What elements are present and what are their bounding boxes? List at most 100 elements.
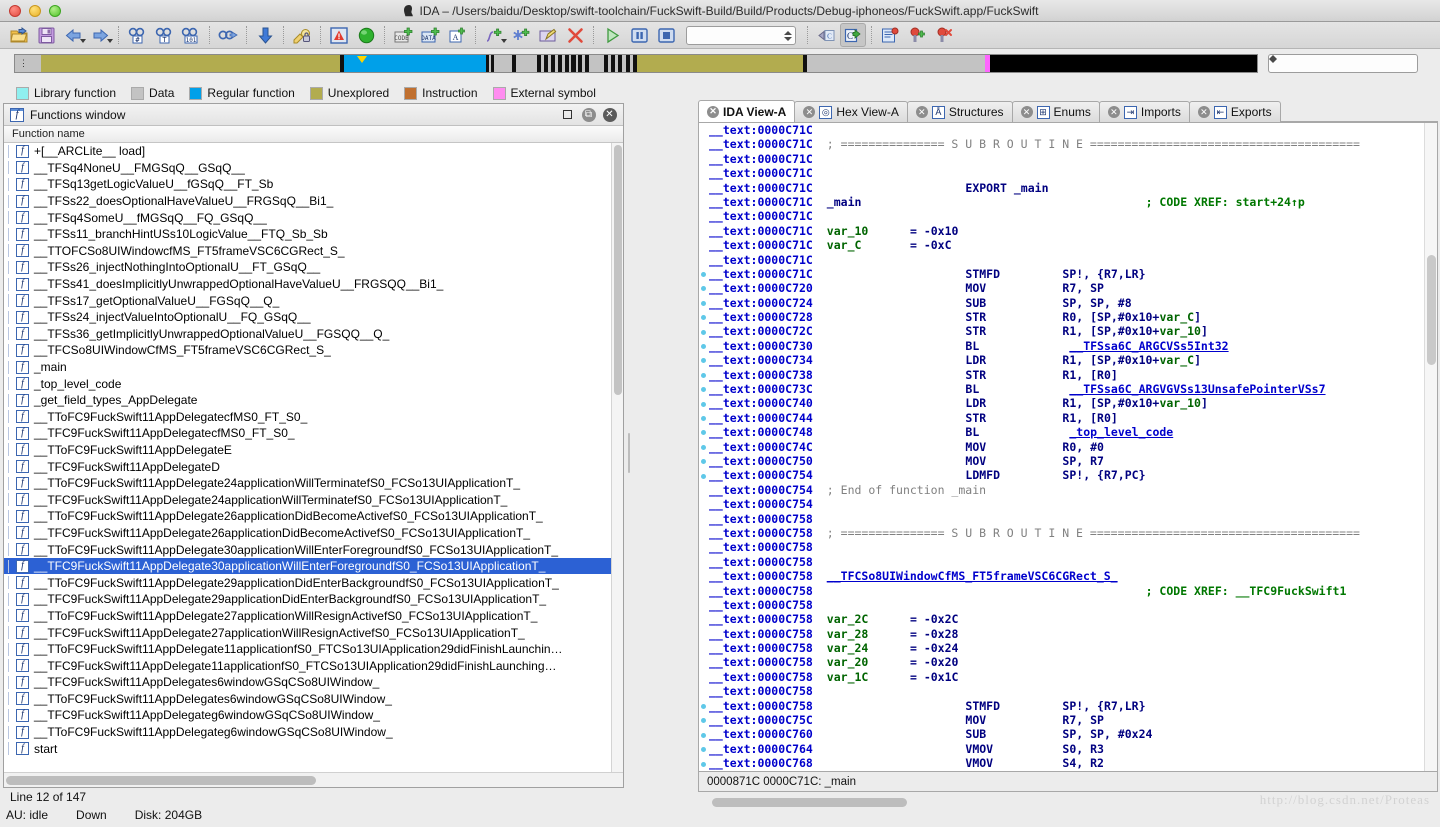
forward-icon[interactable] (87, 23, 113, 47)
jump-to-address-icon[interactable]: # (124, 23, 150, 47)
breakpoint-marker-icon[interactable] (701, 459, 706, 465)
disassembly-line[interactable]: __text:0000C758 var_2C = -0x2C (709, 612, 1423, 626)
function-list-item[interactable]: f _main (4, 359, 623, 376)
edit-pencil-icon[interactable] (535, 23, 561, 47)
minimize-window-button[interactable] (29, 4, 41, 17)
disassembly-line[interactable]: __text:0000C71C (709, 209, 1423, 223)
disassembly-line[interactable]: __text:0000C71C (709, 123, 1423, 137)
disassembly-line[interactable]: __text:0000C71C var_C = -0xC (709, 238, 1423, 252)
disassembly-line[interactable]: __text:0000C738 STR R1, [R0] (709, 368, 1423, 382)
breakpoint-marker-icon[interactable] (701, 430, 706, 436)
disassembly-line[interactable]: __text:0000C73C BL __TFSsa6C_ARGVGVSs13Uns… (709, 382, 1423, 396)
disassembly-line[interactable]: __text:0000C71C var_10 = -0x10 (709, 224, 1423, 238)
disassembly-line[interactable]: __text:0000C768 VMOV S4, R2 (709, 756, 1423, 770)
close-window-button[interactable] (9, 4, 21, 17)
breakpoint-marker-icon[interactable] (701, 372, 706, 378)
functions-list[interactable]: f +[__ARCLite__ load] f __TFSq4NoneU__FMGSq… (4, 143, 623, 772)
breakpoint-marker-icon[interactable] (701, 444, 706, 450)
function-list-item[interactable]: f __TToFC9FuckSwift11AppDelegate26applica… (4, 508, 623, 525)
function-list-item[interactable]: f __TFSq4NoneU__FMGSqQ__GSqQ__ (4, 160, 623, 177)
disassembly-line[interactable]: __text:0000C758 var_28 = -0x28 (709, 627, 1423, 641)
tab-close-icon[interactable]: ✕ (915, 106, 928, 118)
combo-spinner-icon[interactable] (783, 28, 792, 44)
delete-icon[interactable] (562, 23, 588, 47)
functions-list-vscrollbar[interactable] (611, 143, 623, 772)
jump-down-icon[interactable] (252, 23, 278, 47)
disassembly-line[interactable]: __text:0000C734 LDR R1, [SP,#0x10+ var_C] (709, 353, 1423, 367)
stop-icon[interactable] (653, 23, 679, 47)
disassembly-line[interactable]: __text:0000C720 MOV R7, SP (709, 281, 1423, 295)
breakpoint-marker-icon[interactable] (701, 761, 706, 767)
star-plus-icon[interactable] (508, 23, 534, 47)
function-list-item-selected[interactable]: f __TFC9FuckSwift11AppDelegate30applicati… (4, 557, 623, 575)
disassembly-line[interactable]: __text:0000C72C STR R1, [SP,#0x10+ var_10] (709, 324, 1423, 338)
tab-close-icon[interactable]: ✕ (1197, 106, 1210, 118)
disassembly-line[interactable]: __text:0000C758 (709, 540, 1423, 554)
function-name-column-header[interactable]: Function name (4, 126, 623, 143)
breakpoint-marker-icon[interactable] (701, 704, 706, 709)
disassembly-line[interactable]: __text:0000C750 MOV SP, R7 (709, 454, 1423, 468)
breakpoint-marker-icon[interactable] (701, 401, 706, 407)
function-list-item[interactable]: f __TFC9FuckSwift11AppDelegate11applicati… (4, 657, 623, 674)
disassembly-line[interactable]: __text:0000C71C ; =============== S U B R… (709, 137, 1423, 151)
function-list-item[interactable]: f start (4, 740, 623, 757)
disassembly-line[interactable]: __text:0000C760 SUB SP, SP, #0x24 (709, 727, 1423, 741)
function-list-item[interactable]: f __TFSq13getLogicValueU__fGSqQ__FT_Sb (4, 176, 623, 193)
key-lock-icon[interactable] (289, 23, 315, 47)
function-list-item[interactable]: f __TFC9FuckSwift11AppDelegate29applicati… (4, 591, 623, 608)
function-list-item[interactable]: f __TFSq4SomeU__fMGSqQ__FQ_GSqQ__ (4, 209, 623, 226)
function-list-item[interactable]: f __TFC9FuckSwift11AppDelegate24applicati… (4, 491, 623, 508)
decompile-active-icon[interactable]: C (840, 23, 866, 47)
disassembly-line[interactable]: __text:0000C754 LDMFD SP!, {R7,PC} (709, 468, 1423, 482)
make-ascii-icon[interactable]: A (444, 23, 470, 47)
disassembly-line[interactable]: __text:0000C758 (709, 555, 1423, 569)
disassembly-line[interactable]: __text:0000C728 STR R0, [SP,#0x10+ var_C] (709, 310, 1423, 324)
function-list-item[interactable]: f __TToFC9FuckSwift11AppDelegate27applica… (4, 608, 623, 625)
function-list-item[interactable]: f __TFSs26_injectNothingIntoOptionalU__FT… (4, 259, 623, 276)
make-code-icon[interactable]: CODE (390, 23, 416, 47)
tab-enums[interactable]: ✕ ⊞ Enums (1011, 101, 1100, 122)
disassembly-line[interactable]: __text:0000C758 var_24 = -0x24 (709, 641, 1423, 655)
disassembly-line[interactable]: __text:0000C730 BL __TFSsa6C_ARGCVSs5Int32 (709, 339, 1423, 353)
function-list-item[interactable]: f +[__ARCLite__ load] (4, 143, 623, 160)
function-list-item[interactable]: f __TToFC9FuckSwift11AppDelegateE (4, 442, 623, 459)
disassembly-line[interactable]: __text:0000C758 (709, 512, 1423, 526)
breakpoint-marker-icon[interactable] (701, 344, 706, 349)
breakpoint-marker-icon[interactable] (701, 286, 706, 292)
open-file-icon[interactable] (6, 23, 32, 47)
disassembly-line[interactable]: __text:0000C758 var_20 = -0x20 (709, 655, 1423, 669)
make-function-icon[interactable] (481, 23, 507, 47)
back-icon[interactable] (60, 23, 86, 47)
functions-list-hscroll-thumb[interactable] (6, 776, 316, 785)
disassembly-line[interactable]: __text:0000C71C _main ; CODE XREF: start+2… (709, 195, 1423, 209)
function-list-item[interactable]: f __TFC9FuckSwift11AppDelegateg6windowGSq… (4, 707, 623, 724)
tab-close-icon[interactable]: ✕ (803, 106, 816, 118)
function-list-item[interactable]: f __TFC9FuckSwift11AppDelegates6windowGSq… (4, 674, 623, 691)
breakpoint-marker-icon[interactable] (701, 358, 706, 364)
disassembly-line[interactable]: __text:0000C764 VMOV S0, R3 (709, 742, 1423, 756)
maximize-panel-button[interactable] (560, 107, 575, 122)
disassembly-line[interactable]: __text:0000C758 __TFCSo8UIWindowCfMS_FT5f… (709, 569, 1423, 583)
breakpoint-marker-icon[interactable] (701, 300, 706, 306)
function-list-item[interactable]: f __TFC9FuckSwift11AppDelegate26applicati… (4, 525, 623, 542)
disassembly-hscroll-thumb[interactable] (712, 798, 907, 807)
disassembly-line[interactable]: __text:0000C758 var_1C = -0x1C (709, 670, 1423, 684)
tab-close-icon[interactable]: ✕ (1020, 106, 1033, 118)
disassembly-line[interactable]: __text:0000C748 BL _top_level_code (709, 425, 1423, 439)
function-list-item[interactable]: f __TTOFCSo8UIWindowcfMS_FT5frameVSC6CGRe… (4, 243, 623, 260)
tab-ida-view-a[interactable]: ✕ IDA View-A (698, 100, 796, 122)
close-panel-button[interactable]: ✕ (602, 107, 617, 122)
combo-spinner-icon[interactable] (1269, 54, 1417, 63)
tab-imports[interactable]: ✕ ⇥ Imports (1098, 101, 1190, 122)
function-list-item[interactable]: f __TToFC9FuckSwift11AppDelegate30applica… (4, 541, 623, 558)
disassembly-line[interactable]: __text:0000C71C EXPORT _main (709, 181, 1423, 195)
disassembly-line[interactable]: __text:0000C758 ; =============== S U B R… (709, 526, 1423, 540)
window-controls[interactable] (0, 4, 61, 17)
undock-panel-button[interactable]: ⧉ (581, 107, 596, 122)
zoom-window-button[interactable] (49, 4, 61, 17)
tab-structures[interactable]: ✕ Å Structures (906, 101, 1013, 122)
function-list-item[interactable]: f __TFSs22_doesOptionalHaveValueU__FRGSqQ… (4, 193, 623, 210)
navigator-zoom-combo[interactable] (1268, 53, 1418, 73)
functions-list-vscroll-thumb[interactable] (614, 145, 622, 395)
breakpoint-marker-icon[interactable] (701, 387, 706, 393)
